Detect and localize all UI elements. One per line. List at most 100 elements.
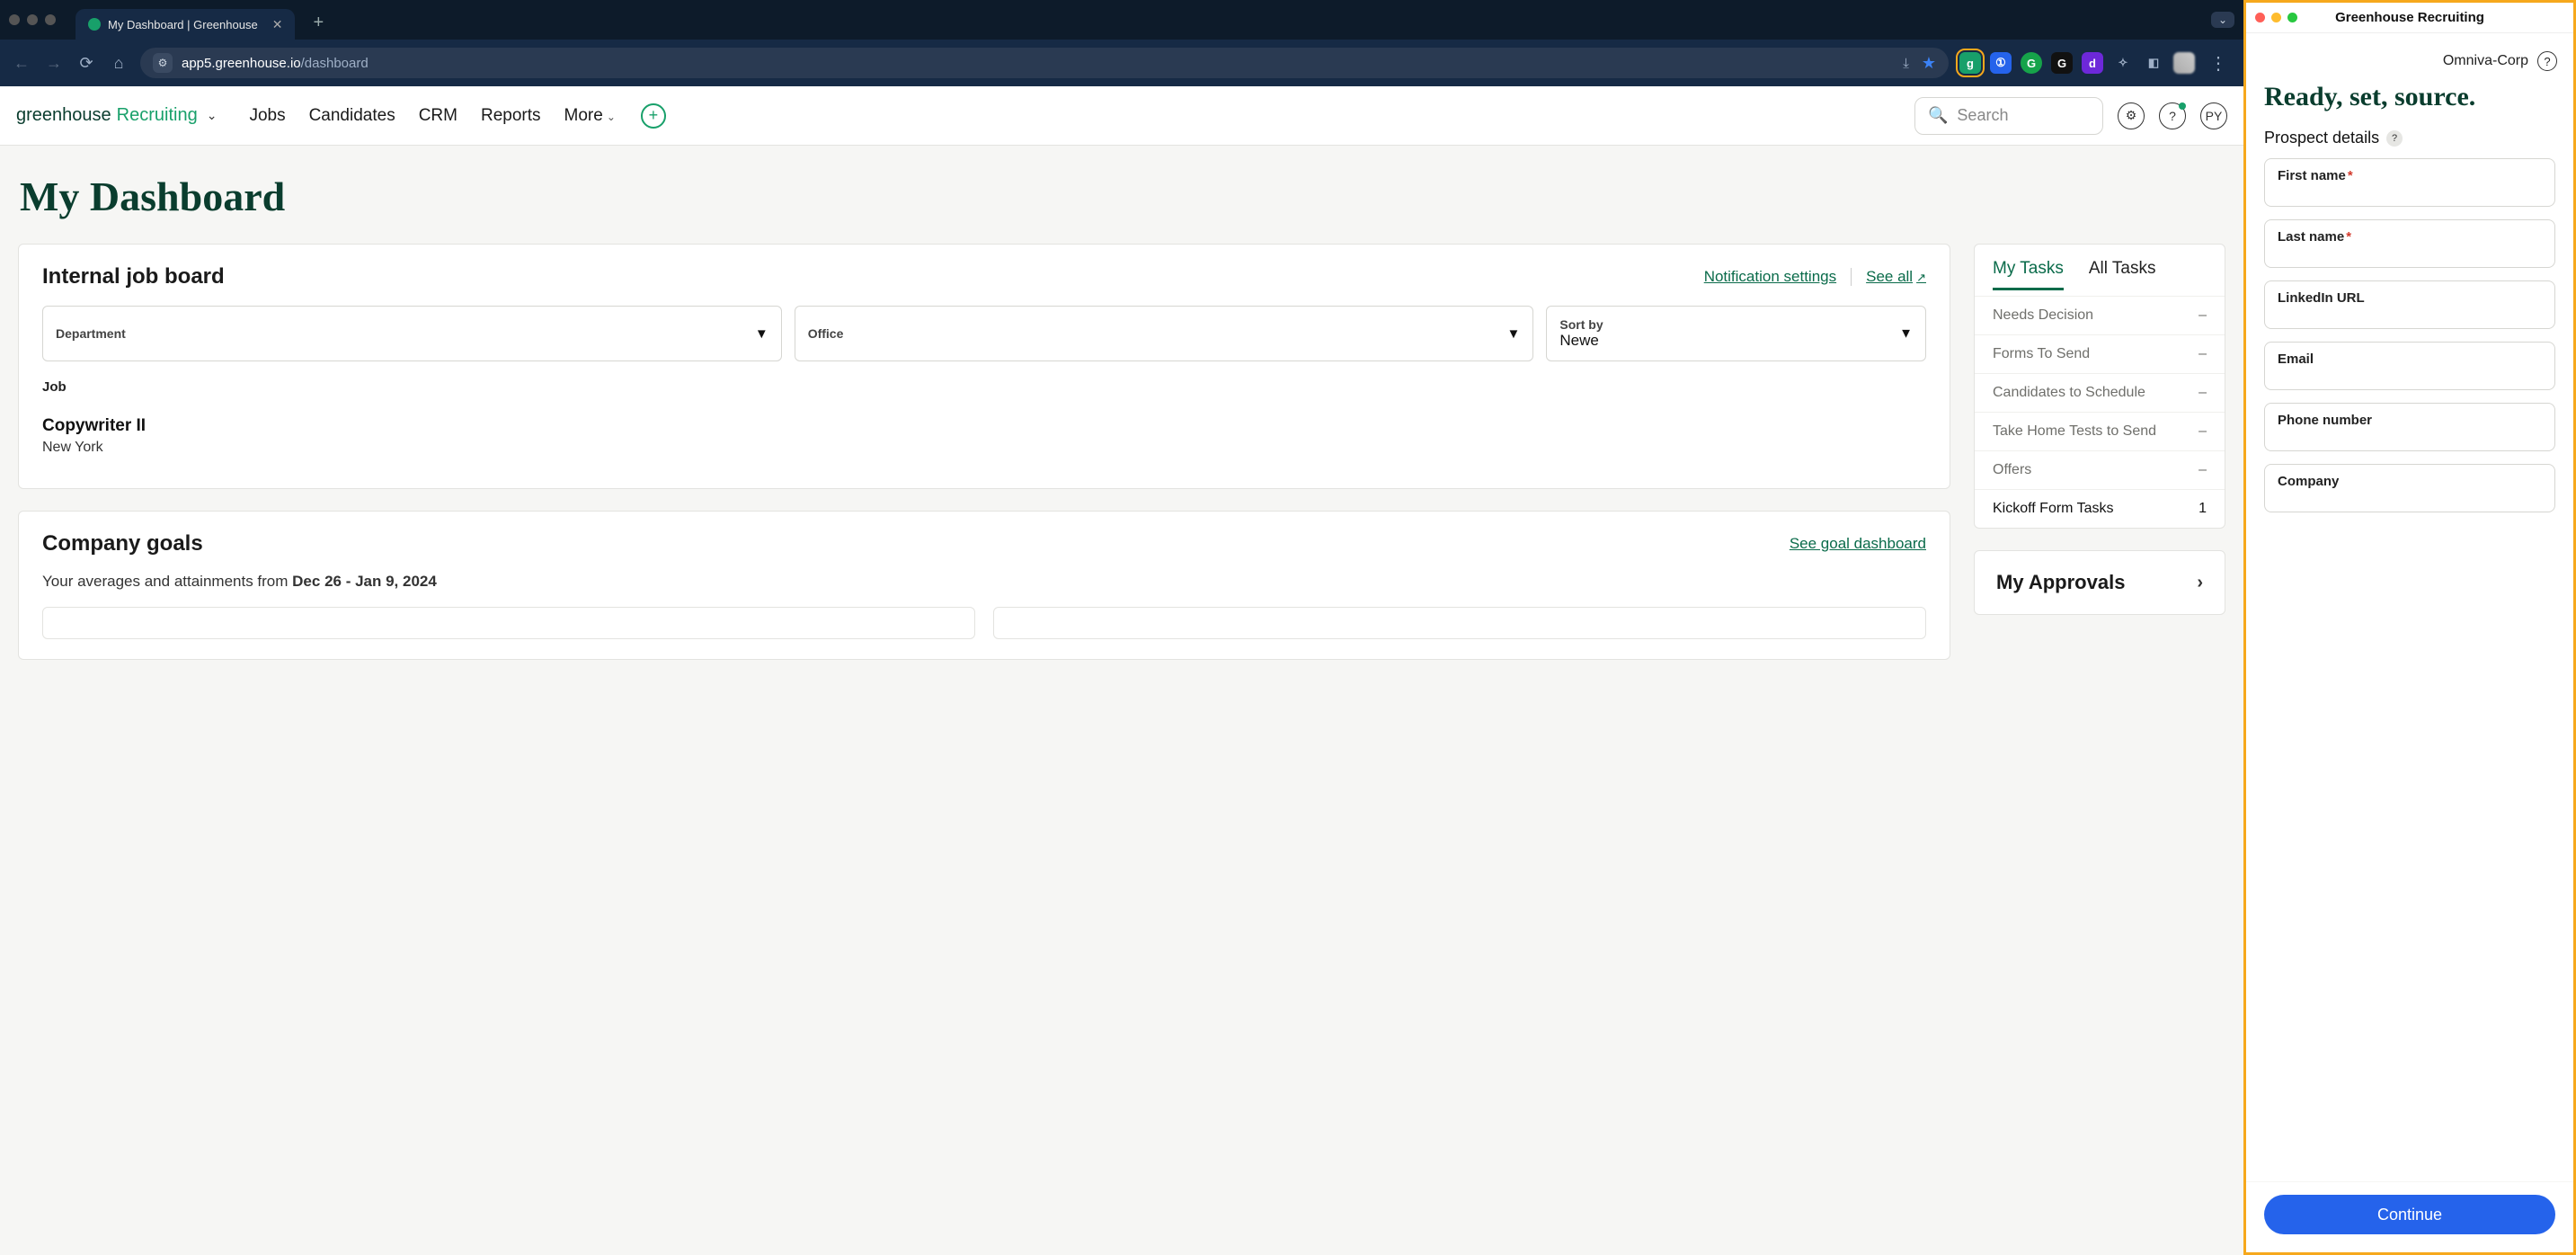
company-goals-title: Company goals [42, 531, 203, 556]
department-filter[interactable]: Department ▼ [42, 306, 782, 361]
prospect-details-heading: Prospect details [2264, 129, 2379, 147]
last-name-field[interactable]: Last name* [2264, 219, 2555, 268]
extension-panel: Greenhouse Recruiting Omniva-Corp ? Read… [2243, 0, 2576, 1255]
extension-icon-1[interactable]: ① [1990, 52, 2012, 74]
nav-candidates[interactable]: Candidates [309, 106, 395, 126]
my-approvals-card[interactable]: My Approvals › [1974, 550, 2225, 615]
extensions-puzzle-icon[interactable]: ✧ [2112, 52, 2134, 74]
internal-job-board-card: Internal job board Notification settings… [18, 244, 1950, 489]
search-placeholder: Search [1957, 106, 2008, 125]
browser-tab[interactable]: My Dashboard | Greenhouse ✕ [76, 9, 295, 40]
nav-crm[interactable]: CRM [419, 106, 457, 126]
task-count: – [2198, 462, 2207, 478]
task-row[interactable]: Forms To Send– [1975, 334, 2225, 373]
office-filter[interactable]: Office ▼ [795, 306, 1534, 361]
divider [1851, 268, 1852, 286]
extension-icon-3[interactable]: d [2082, 52, 2103, 74]
mac-close-dot[interactable] [9, 14, 20, 25]
task-count: – [2198, 423, 2207, 440]
see-goal-dashboard-link[interactable]: See goal dashboard [1790, 535, 1926, 553]
phone-number-field[interactable]: Phone number [2264, 403, 2555, 451]
user-avatar[interactable]: PY [2200, 102, 2227, 129]
close-tab-icon[interactable]: ✕ [272, 17, 283, 32]
global-search[interactable]: 🔍 Search [1914, 97, 2103, 135]
task-count: – [2198, 346, 2207, 362]
email-field[interactable]: Email [2264, 342, 2555, 390]
extensions-row: g ① G G d ✧ ◧ ⋮ [1959, 52, 2233, 75]
task-count: – [2198, 385, 2207, 401]
extension-icon-2[interactable]: G [2051, 52, 2073, 74]
ext-zoom-dot[interactable] [2287, 13, 2297, 22]
browser-tab-strip: My Dashboard | Greenhouse ✕ + ⌄ [0, 0, 2243, 40]
reload-button[interactable]: ⟳ [76, 52, 97, 74]
job-board-title: Internal job board [42, 264, 225, 289]
task-row[interactable]: Kickoff Form Tasks1 [1975, 489, 2225, 528]
new-tab-button[interactable]: + [313, 13, 324, 33]
goal-placeholder [993, 607, 1926, 639]
greenhouse-favicon-icon [88, 18, 101, 31]
extension-icon-grammarly[interactable]: G [2021, 52, 2042, 74]
search-icon: 🔍 [1928, 106, 1948, 125]
extension-headline: Ready, set, source. [2246, 75, 2573, 129]
add-button[interactable]: + [641, 103, 666, 129]
task-row[interactable]: Candidates to Schedule– [1975, 373, 2225, 412]
greenhouse-extension-icon[interactable]: g [1959, 52, 1981, 74]
chevron-right-icon: › [2197, 573, 2203, 593]
task-row[interactable]: Offers – [1975, 450, 2225, 489]
task-count: 1 [2198, 501, 2207, 517]
profile-avatar-icon[interactable] [2173, 52, 2195, 74]
continue-button[interactable]: Continue [2264, 1195, 2555, 1234]
sidepanel-icon[interactable]: ◧ [2143, 52, 2164, 74]
home-button[interactable]: ⌂ [108, 52, 129, 74]
task-label: Offers [1993, 462, 2031, 478]
extension-help-icon[interactable]: ? [2537, 51, 2557, 71]
task-label: Needs Decision [1993, 307, 2093, 324]
url-text: app5.greenhouse.io/dashboard [182, 56, 369, 71]
see-all-jobs-link[interactable]: See all↗ [1866, 268, 1926, 286]
caret-down-icon: ▼ [1899, 326, 1913, 342]
extension-org-name: Omniva-Corp [2443, 53, 2528, 69]
my-approvals-title: My Approvals [1996, 571, 2125, 594]
tab-all-tasks[interactable]: All Tasks [2089, 259, 2156, 290]
task-row[interactable]: Take Home Tests to Send– [1975, 412, 2225, 450]
ext-close-dot[interactable] [2255, 13, 2265, 22]
address-bar[interactable]: ⚙ app5.greenhouse.io/dashboard ⤓ ★ [140, 48, 1949, 78]
caret-down-icon: ▼ [1507, 326, 1521, 342]
mac-zoom-dot[interactable] [45, 14, 56, 25]
tab-my-tasks[interactable]: My Tasks [1993, 259, 2064, 290]
job-row[interactable]: Copywriter II New York [42, 404, 1926, 468]
extension-window-title: Greenhouse Recruiting [2335, 10, 2484, 25]
notification-settings-link[interactable]: Notification settings [1704, 268, 1836, 286]
caret-down-icon: ▼ [755, 326, 768, 342]
first-name-field[interactable]: First name* [2264, 158, 2555, 207]
section-help-icon[interactable]: ? [2386, 130, 2403, 147]
install-app-icon[interactable]: ⤓ [1903, 56, 1909, 71]
help-icon[interactable]: ? [2159, 102, 2186, 129]
brand-recruiting: Recruiting [117, 105, 198, 126]
mac-traffic-lights [9, 14, 56, 25]
sort-by-select[interactable]: Sort by Newe ▼ [1546, 306, 1926, 361]
page-title: My Dashboard [20, 173, 2225, 220]
forward-button[interactable]: → [43, 52, 65, 74]
ext-minimize-dot[interactable] [2271, 13, 2281, 22]
required-asterisk: * [2348, 168, 2353, 183]
chevron-down-icon: ⌄ [207, 108, 218, 123]
bookmark-star-icon[interactable]: ★ [1922, 54, 1936, 73]
company-goals-card: Company goals See goal dashboard Your av… [18, 511, 1950, 660]
linkedin-url-field[interactable]: LinkedIn URL [2264, 280, 2555, 329]
nav-reports[interactable]: Reports [481, 106, 541, 126]
browser-menu-button[interactable]: ⋮ [2204, 52, 2233, 75]
settings-gear-icon[interactable]: ⚙ [2118, 102, 2145, 129]
product-switcher[interactable]: greenhouse Recruiting ⌄ [16, 105, 217, 126]
task-row[interactable]: Needs Decision – [1975, 296, 2225, 334]
back-button[interactable]: ← [11, 52, 32, 74]
site-info-icon[interactable]: ⚙ [153, 53, 173, 73]
nav-jobs[interactable]: Jobs [249, 106, 285, 126]
nav-more[interactable]: More⌄ [564, 106, 616, 126]
tab-overflow-button[interactable]: ⌄ [2211, 12, 2234, 28]
brand-greenhouse: greenhouse [16, 105, 111, 126]
company-field[interactable]: Company [2264, 464, 2555, 512]
goals-subtitle: Your averages and attainments from Dec 2… [42, 573, 1926, 591]
task-count: – [2198, 307, 2207, 324]
mac-minimize-dot[interactable] [27, 14, 38, 25]
